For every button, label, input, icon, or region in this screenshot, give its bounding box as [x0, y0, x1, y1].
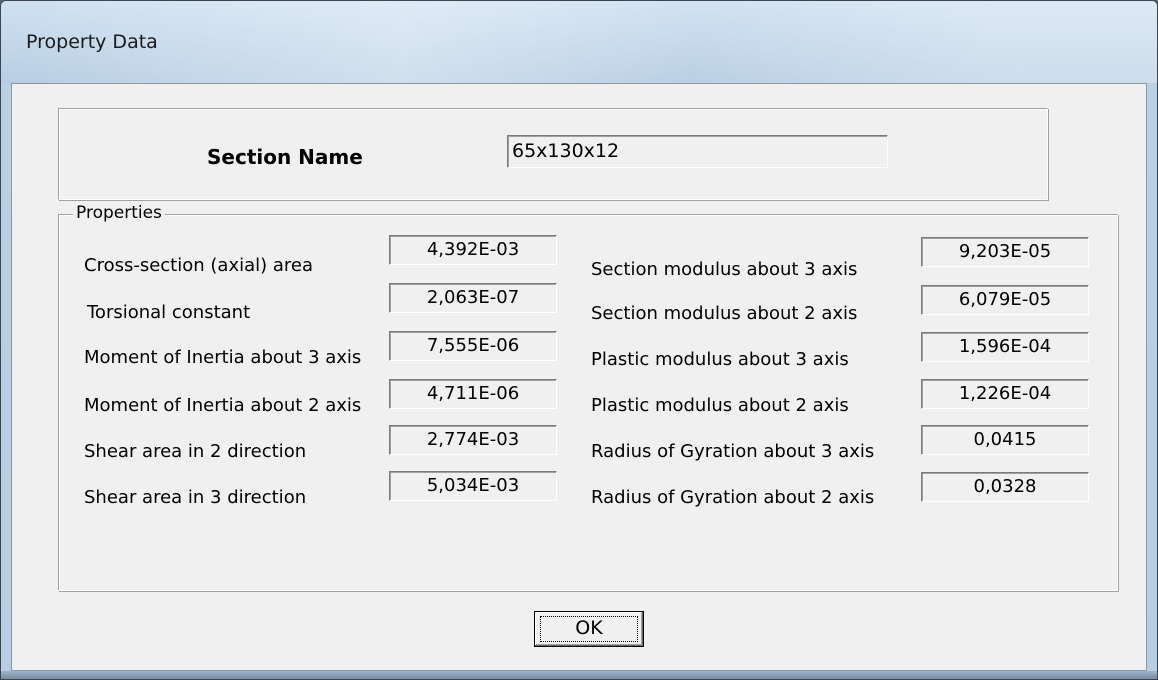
- title-bar[interactable]: Property Data: [1, 1, 1157, 83]
- cross-section-area-label: Cross-section (axial) area: [84, 255, 314, 276]
- shear-area-3-value: 5,034E-03: [389, 471, 557, 501]
- ok-button[interactable]: OK: [534, 611, 644, 647]
- plastic-modulus-2-value: 1,226E-04: [921, 379, 1089, 409]
- section-modulus-3-value: 9,203E-05: [921, 237, 1089, 267]
- inertia-3-value: 7,555E-06: [389, 331, 557, 361]
- shear-area-2-label: Shear area in 2 direction: [84, 441, 307, 462]
- dialog-client-area: Section Name 65x130x12 Properties Cross-…: [11, 83, 1147, 671]
- inertia-2-value: 4,711E-06: [389, 379, 557, 409]
- section-name-frame: Section Name 65x130x12: [58, 108, 1048, 200]
- radius-gyration-2-value: 0,0328: [921, 472, 1089, 502]
- radius-gyration-3-value: 0,0415: [921, 425, 1089, 455]
- inertia-3-label: Moment of Inertia about 3 axis: [84, 347, 362, 368]
- radius-gyration-2-label: Radius of Gyration about 2 axis: [591, 487, 875, 508]
- shear-area-3-label: Shear area in 3 direction: [84, 487, 307, 508]
- section-modulus-2-value: 6,079E-05: [921, 285, 1089, 315]
- ok-button-label: OK: [575, 617, 603, 639]
- section-modulus-2-label: Section modulus about 2 axis: [591, 303, 858, 324]
- torsional-constant-value: 2,063E-07: [389, 283, 557, 313]
- section-name-field[interactable]: 65x130x12: [507, 135, 888, 168]
- inertia-2-label: Moment of Inertia about 2 axis: [84, 395, 362, 416]
- section-name-label: Section Name: [207, 145, 363, 169]
- properties-group: Properties Cross-section (axial) area 4,…: [58, 203, 1118, 591]
- property-data-dialog: Property Data Section Name 65x130x12 Pro…: [0, 0, 1158, 680]
- radius-gyration-3-label: Radius of Gyration about 3 axis: [591, 441, 875, 462]
- plastic-modulus-3-label: Plastic modulus about 3 axis: [591, 349, 849, 370]
- window-title: Property Data: [26, 31, 158, 53]
- shear-area-2-value: 2,774E-03: [389, 425, 557, 455]
- section-modulus-3-label: Section modulus about 3 axis: [591, 259, 858, 280]
- properties-legend: Properties: [73, 203, 165, 223]
- plastic-modulus-2-label: Plastic modulus about 2 axis: [591, 395, 849, 416]
- plastic-modulus-3-value: 1,596E-04: [921, 332, 1089, 362]
- torsional-constant-label: Torsional constant: [87, 302, 251, 323]
- cross-section-area-value: 4,392E-03: [389, 235, 557, 265]
- window-bottom-frame: [1, 671, 1157, 679]
